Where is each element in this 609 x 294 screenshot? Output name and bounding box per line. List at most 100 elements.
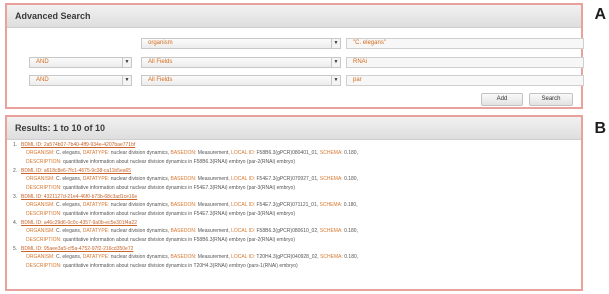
results-title: Results: 1 to 10 of 10: [7, 117, 581, 140]
chevron-down-icon: ▼: [331, 39, 340, 48]
basedon-label: BASEDON:: [170, 228, 197, 235]
search-term-input-3[interactable]: par: [346, 75, 584, 86]
organism-label: ORGANISM:: [26, 254, 55, 261]
field-select-3-value: All Fields: [148, 77, 173, 83]
basedon-label: BASEDON:: [170, 150, 197, 157]
local-id-value: F58B6.3(gPCR)080610_02,: [256, 228, 319, 235]
result-number: 2.: [13, 168, 18, 174]
operator-select-3-value: AND: [36, 77, 49, 83]
datatype-label: DATATYPE:: [82, 150, 110, 157]
add-button[interactable]: Add: [481, 93, 523, 106]
result-header: 3. BDML ID: 4321127d-21e4-46f0-b73b-68c3a…: [13, 193, 571, 201]
result-number: 3.: [13, 194, 18, 200]
schema-value: 0.180,: [344, 150, 358, 157]
result-id-link[interactable]: BDML ID: a618c8e6-7fc1-4675-9c38-ca11b5e…: [21, 168, 131, 174]
description-value: quantitative information about nuclear d…: [62, 262, 298, 269]
organism-label: ORGANISM:: [26, 228, 55, 235]
basedon-label: BASEDON:: [170, 254, 197, 261]
basedon-value: Measurement,: [197, 202, 230, 209]
field-select-3[interactable]: All Fields ▼: [141, 75, 341, 86]
description-value: quantitative information about nuclear d…: [62, 210, 295, 217]
datatype-label: DATATYPE:: [82, 228, 110, 235]
basedon-value: Measurement,: [197, 254, 230, 261]
description-value: quantitative information about nuclear d…: [62, 158, 295, 165]
schema-value: 0.180,: [344, 228, 358, 235]
datatype-value: nuclear division dynamics,: [110, 150, 170, 157]
result-id-link[interactable]: BDML ID: 95aee3a5-cf5a-4752-97f2-216cd35…: [21, 246, 133, 252]
organism-label: ORGANISM:: [26, 202, 55, 209]
advanced-search-panel: Advanced Search organism ▼ "C. elegans" …: [5, 3, 584, 109]
basedon-value: Measurement,: [197, 228, 230, 235]
result-header: 4. BDML ID: a46c29d6-0c0c-4357-9a0b-ec5e3…: [13, 219, 571, 227]
result-meta-line: ORGANISM: C. elegans, DATATYPE: nuclear …: [13, 175, 571, 183]
search-term-input-2[interactable]: RNAi: [346, 57, 584, 68]
basedon-label: BASEDON:: [170, 176, 197, 183]
local-id-value: T20H4.3(gPCR)040928_02,: [256, 254, 319, 261]
result-description-line: DESCRIPTION: quantitative information ab…: [13, 236, 571, 244]
description-value: quantitative information about nuclear d…: [62, 236, 295, 243]
result-item: 1. BDML ID: 2a574b07-7b40-4ff9-934e-4207b…: [13, 141, 571, 167]
chevron-down-icon: ▼: [331, 58, 340, 67]
schema-label: SCHEMA:: [319, 202, 343, 209]
result-item: 3. BDML ID: 4321127d-21e4-46f0-b73b-68c3a…: [13, 193, 571, 219]
datatype-label: DATATYPE:: [82, 176, 110, 183]
schema-label: SCHEMA:: [319, 228, 343, 235]
result-header: 1. BDML ID: 2a574b07-7b40-4ff9-934e-4207b…: [13, 141, 571, 149]
local-id-label: LOCAL ID:: [231, 176, 256, 183]
organism-label: ORGANISM:: [26, 176, 55, 183]
datatype-value: nuclear division dynamics,: [110, 176, 170, 183]
result-item: 2. BDML ID: a618c8e6-7fc1-4675-9c38-ca11b…: [13, 167, 571, 193]
advanced-search-title: Advanced Search: [7, 5, 581, 28]
operator-select-3[interactable]: AND ▼: [29, 75, 132, 86]
datatype-label: DATATYPE:: [82, 202, 110, 209]
result-id-link[interactable]: BDML ID: 4321127d-21e4-46f0-b73b-68c3ad1…: [21, 194, 137, 200]
result-meta-line: ORGANISM: C. elegans, DATATYPE: nuclear …: [13, 227, 571, 235]
field-select-2-value: All Fields: [148, 59, 173, 65]
result-header: 2. BDML ID: a618c8e6-7fc1-4675-9c38-ca11b…: [13, 167, 571, 175]
local-id-value: F54E7.3(gPCR)071121_01,: [256, 202, 319, 209]
organism-value: C. elegans,: [56, 254, 82, 261]
local-id-label: LOCAL ID:: [231, 228, 256, 235]
result-id-link[interactable]: BDML ID: a46c29d6-0c0c-4357-9a0b-ec5e301…: [21, 220, 137, 226]
organism-value: C. elegans,: [56, 176, 82, 183]
basedon-value: Measurement,: [197, 150, 230, 157]
schema-label: SCHEMA:: [319, 150, 343, 157]
schema-value: 0.180,: [344, 176, 358, 183]
datatype-value: nuclear division dynamics,: [110, 228, 170, 235]
result-id-link[interactable]: BDML ID: 2a574b07-7b40-4ff9-934e-4207bae…: [21, 142, 135, 148]
result-description-line: DESCRIPTION: quantitative information ab…: [13, 210, 571, 218]
organism-value: C. elegans,: [56, 150, 82, 157]
description-label: DESCRIPTION:: [26, 236, 62, 243]
local-id-value: F54E7.3(gPCR)070927_01,: [256, 176, 319, 183]
chevron-down-icon: ▼: [122, 58, 131, 67]
panel-label-b: B: [594, 120, 606, 137]
result-item: 4. BDML ID: a46c29d6-0c0c-4357-9a0b-ec5e3…: [13, 219, 571, 245]
result-number: 5.: [13, 246, 18, 252]
description-value: quantitative information about nuclear d…: [62, 184, 295, 191]
datatype-label: DATATYPE:: [82, 254, 110, 261]
field-select-1[interactable]: organism ▼: [141, 38, 341, 49]
description-label: DESCRIPTION:: [26, 184, 62, 191]
result-number: 1.: [13, 142, 18, 148]
field-select-2[interactable]: All Fields ▼: [141, 57, 341, 68]
results-panel: Results: 1 to 10 of 10 1. BDML ID: 2a574b…: [5, 115, 583, 291]
result-description-line: DESCRIPTION: quantitative information ab…: [13, 262, 571, 270]
result-description-line: DESCRIPTION: quantitative information ab…: [13, 184, 571, 192]
local-id-label: LOCAL ID:: [231, 254, 256, 261]
result-description-line: DESCRIPTION: quantitative information ab…: [13, 158, 571, 166]
result-meta-line: ORGANISM: C. elegans, DATATYPE: nuclear …: [13, 201, 571, 209]
field-select-1-value: organism: [148, 40, 173, 46]
operator-select-2[interactable]: AND ▼: [29, 57, 132, 68]
result-number: 4.: [13, 220, 18, 226]
results-list: 1. BDML ID: 2a574b07-7b40-4ff9-934e-4207b…: [13, 141, 571, 271]
description-label: DESCRIPTION:: [26, 262, 62, 269]
basedon-label: BASEDON:: [170, 202, 197, 209]
local-id-label: LOCAL ID:: [231, 150, 256, 157]
result-item: 5. BDML ID: 95aee3a5-cf5a-4752-97f2-216cd…: [13, 245, 571, 271]
organism-value: C. elegans,: [56, 228, 82, 235]
search-button[interactable]: Search: [529, 93, 573, 106]
chevron-down-icon: ▼: [122, 76, 131, 85]
chevron-down-icon: ▼: [331, 76, 340, 85]
search-term-input-1[interactable]: "C. elegans": [346, 38, 584, 49]
datatype-value: nuclear division dynamics,: [110, 254, 170, 261]
